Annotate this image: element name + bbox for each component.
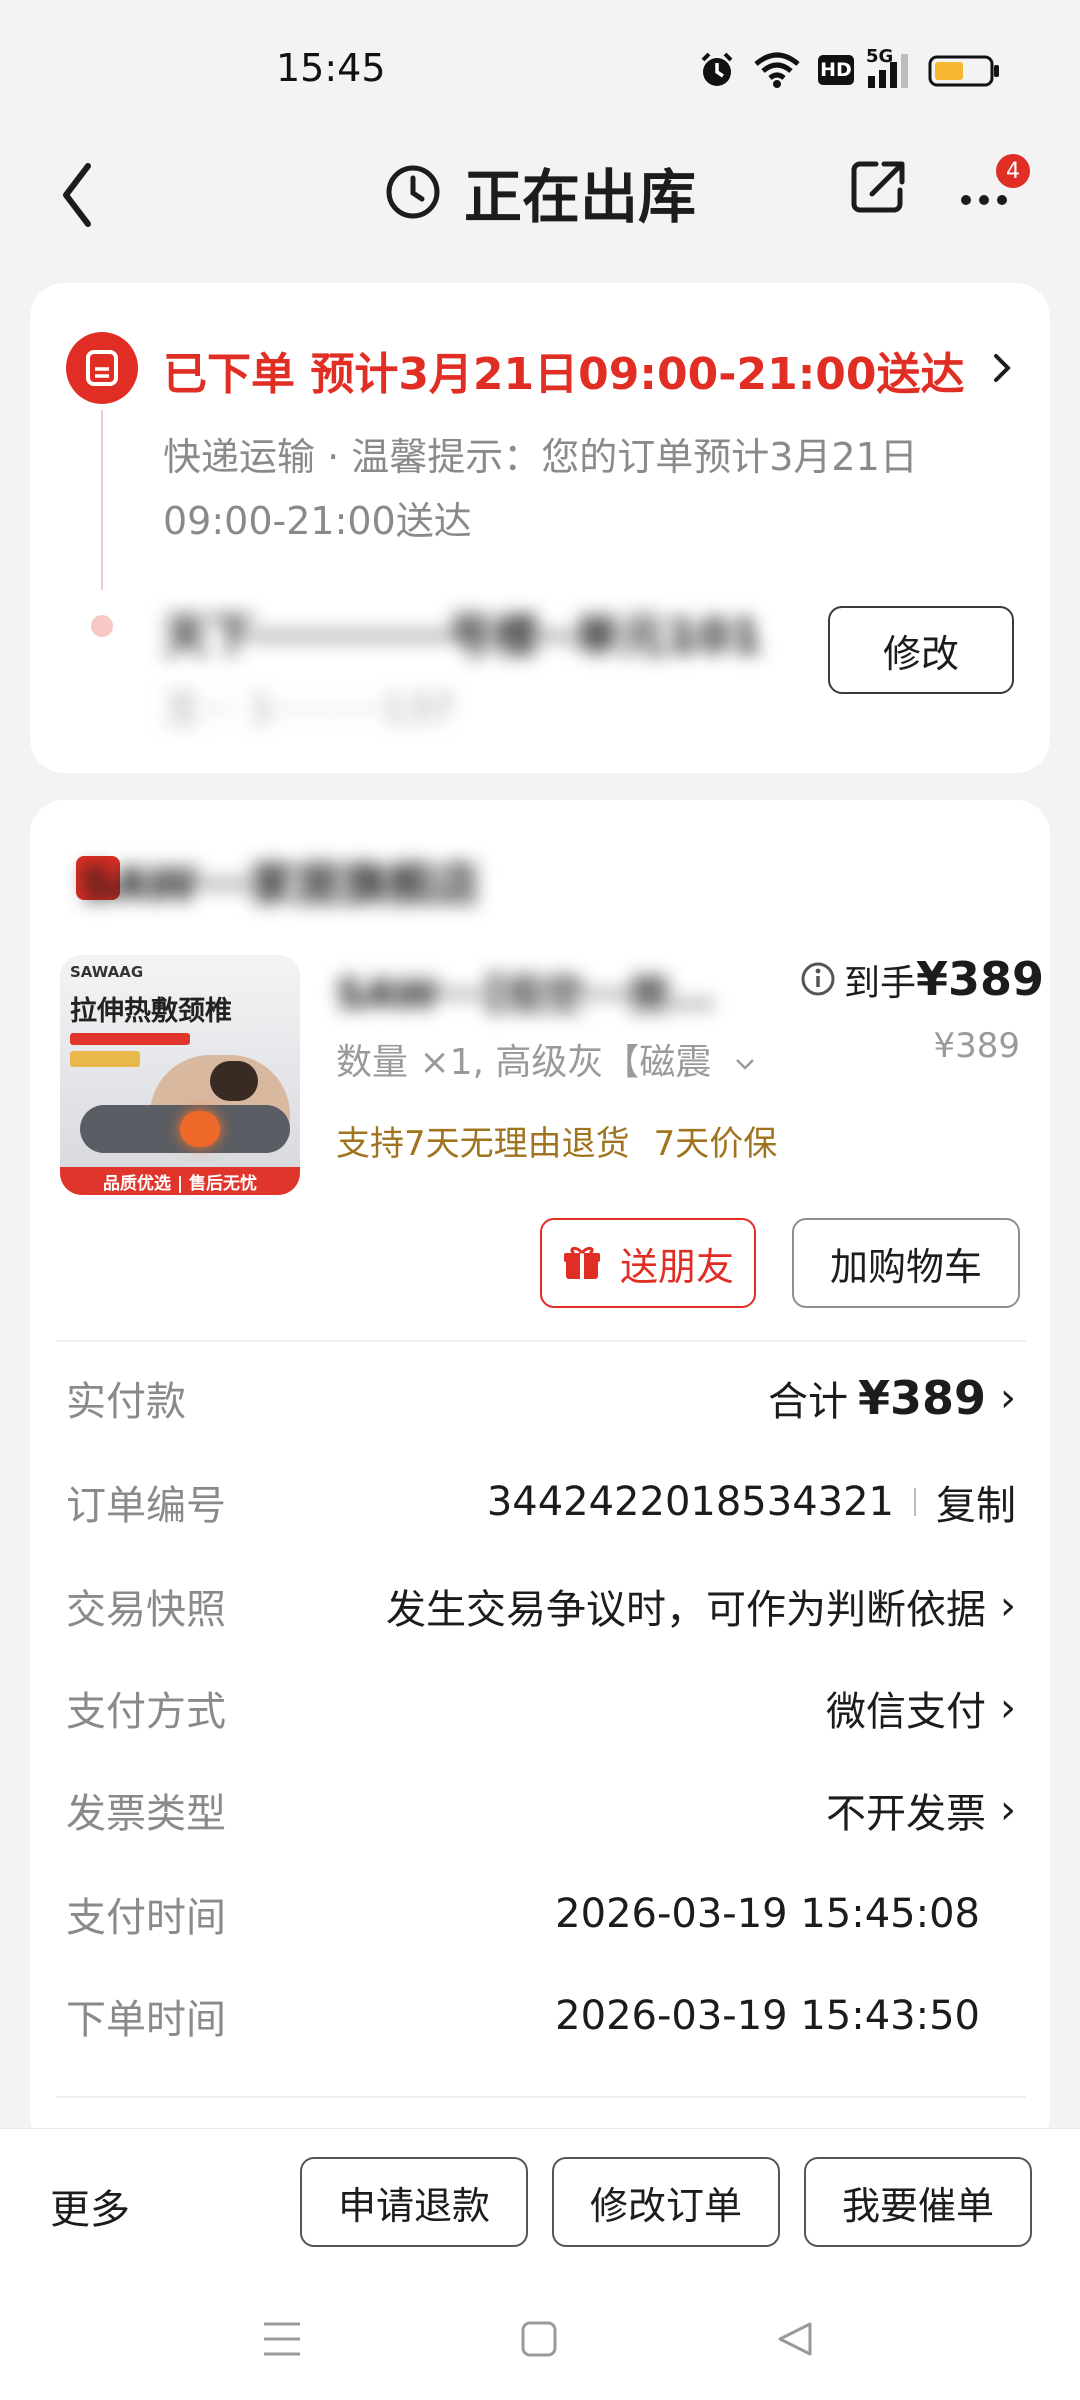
invoice-type-row[interactable]: 发票类型 不开发票 › [66,1770,1016,1850]
payment-method-label: 支付方式 [66,1689,226,1735]
final-price: ¥389 [916,952,1045,1006]
paid-total-prefix: 合计 [767,1379,848,1425]
trade-snapshot-label: 交易快照 [66,1587,226,1633]
order-number: 3442422018534321 [486,1479,894,1525]
status-headline[interactable]: 已下单 预计3月21日09:00-21:00送达 [163,338,973,402]
final-price-group: 到手 ¥389 [800,952,1044,1006]
request-refund-button[interactable]: 申请退款 [300,2157,528,2247]
product-spec[interactable]: 数量 ×1, 高级灰【磁震 [336,1033,757,1085]
product-spec-text: 数量 ×1, 高级灰【磁震 [336,1042,712,1083]
timeline-dot [91,615,113,637]
copy-order-number-button[interactable]: 复制 [936,1473,1016,1531]
trade-snapshot-value: 发生交易争议时，可作为判断依据 › [386,1577,1016,1635]
more-actions-button[interactable]: 更多 [50,2177,130,2235]
final-price-label: 到手 [844,963,917,1004]
payment-method-text: 微信支付 [826,1689,986,1735]
original-price: ¥389 [933,1026,1020,1066]
invoice-type-label: 发票类型 [66,1791,226,1837]
invoice-type-text: 不开发票 [826,1791,986,1837]
chevron-down-icon [735,1059,754,1070]
order-number-label: 订单编号 [66,1483,226,1529]
status-time: 15:45 [276,46,386,90]
home-icon[interactable] [520,2320,558,2358]
wifi-icon [754,52,800,88]
paid-amount-row[interactable]: 实付款 合计 ¥389 › [66,1358,1016,1438]
invoice-type-value: 不开发票 › [826,1781,1016,1839]
modify-address-button[interactable]: 修改 [828,606,1014,694]
service-guarantees: 支持7天无理由退货 7天价保 [336,1116,777,1165]
gift-to-friend-button[interactable]: 送朋友 [540,1218,756,1308]
info-icon[interactable] [800,961,836,997]
chevron-right-icon: › [1000,1685,1016,1731]
paid-amount-label: 实付款 [66,1379,186,1425]
chevron-right-icon: › [1000,1375,1016,1421]
5g-signal-icon [868,54,908,88]
order-number-value: 3442422018534321 复制 [487,1473,1016,1531]
order-number-row: 订单编号 3442422018534321 复制 [66,1462,1016,1542]
payment-method-value: 微信支付 › [826,1679,1016,1737]
chevron-right-icon: › [1000,1583,1016,1629]
payment-time-row: 支付时间 2026-03-19 15:45:08 [66,1874,980,1954]
menu-icon[interactable] [262,2320,302,2358]
modify-order-button[interactable]: 修改订单 [552,2157,780,2247]
add-to-cart-button[interactable]: 加购物车 [792,1218,1020,1308]
divider [56,1340,1026,1342]
hd-icon: HD [818,55,854,85]
product-title[interactable]: SAW···【低空···按... [336,962,756,1020]
gift-button-label: 送朋友 [619,1244,734,1289]
product-image-footer: 品质优选 | 售后无忧 [60,1167,300,1195]
store-name[interactable]: SAW···家居旗舰店 [80,848,480,914]
clock-icon [386,165,440,219]
paid-amount-value: 合计 ¥389 › [768,1369,1016,1427]
system-navigation-bar [0,2278,1080,2400]
divider [56,2096,1026,2098]
status-description: 快递运输 · 温馨提示：您的订单预计3月21日09:00-21:00送达 [163,435,918,543]
recipient-contact: 王··· 1·········137 [163,687,455,731]
shipping-address: 天下···········号楼··单元101 [163,609,763,663]
chevron-right-icon[interactable] [990,350,1014,386]
trade-snapshot-row[interactable]: 交易快照 发生交易争议时，可作为判断依据 › [66,1566,1016,1646]
paid-total: ¥389 [857,1371,986,1425]
divider [914,1488,916,1516]
trade-snapshot-text: 发生交易争议时，可作为判断依据 [386,1587,986,1633]
gift-icon [563,1246,600,1279]
back-nav-icon[interactable] [776,2320,814,2358]
payment-time-value: 2026-03-19 15:45:08 [555,1891,980,1937]
order-time-row: 下单时间 2026-03-19 15:43:50 [66,1976,980,2056]
payment-time-label: 支付时间 [66,1895,226,1941]
page-title-wrap: 正在出库 [0,150,1080,234]
battery-icon [928,55,999,87]
product-image[interactable]: SAWAAG 拉伸热敷颈椎 品质优选 | 售后无忧 [60,955,300,1195]
order-status-icon [66,332,138,404]
product-image-caption: 拉伸热敷颈椎 [70,996,232,1027]
product-image-brand: SAWAAG [70,963,144,981]
alarm-icon [701,52,733,86]
payment-method-row[interactable]: 支付方式 微信支付 › [66,1668,1016,1748]
page-title: 正在出库 [463,163,696,231]
return-guarantee: 支持7天无理由退货 [336,1124,630,1164]
chevron-right-icon: › [1000,1787,1016,1833]
timeline-line [101,410,103,590]
price-protection: 7天价保 [653,1124,778,1164]
status-bar: 15:45 HD 5G [0,0,1080,140]
order-time-label: 下单时间 [66,1997,226,2043]
order-time-value: 2026-03-19 15:43:50 [555,1993,980,2039]
urge-delivery-button[interactable]: 我要催单 [804,2157,1032,2247]
